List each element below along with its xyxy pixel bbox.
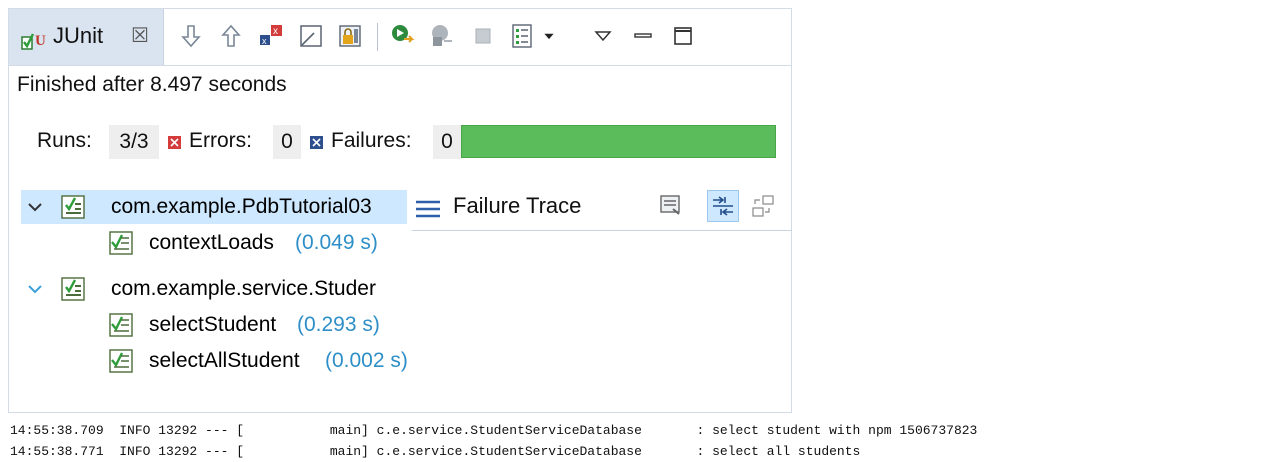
toolbar-separator: [377, 23, 378, 51]
test-passed-icon: [109, 313, 133, 337]
filter-stack-trace-icon[interactable]: [707, 190, 739, 222]
test-time: (0.293 s): [297, 313, 380, 336]
test-passed-icon: [109, 349, 133, 373]
junit-view: U JUnit ☒ xx Finished after 8.497 second…: [8, 8, 792, 413]
copy-trace-icon[interactable]: [747, 190, 779, 222]
errors-value: 0: [273, 125, 301, 159]
test-suite-icon: [61, 277, 85, 301]
history-dropdown-icon[interactable]: [539, 22, 559, 50]
previous-failure-icon[interactable]: [217, 22, 245, 50]
progress-bar: [461, 125, 776, 158]
rerun-failed-first-icon[interactable]: [429, 22, 457, 50]
tab-junit[interactable]: U JUnit ☒: [9, 9, 164, 65]
tree-suite-row[interactable]: com.example.PdbTutorial03: [21, 190, 407, 224]
console-line: 14:55:38.771 INFO 13292 --- [ main] c.e.…: [10, 444, 861, 459]
error-icon: [168, 136, 181, 149]
test-name: contextLoads: [149, 231, 274, 254]
console-output: 14:55:38.709 INFO 13292 --- [ main] c.e.…: [10, 420, 977, 462]
svg-text:x: x: [273, 26, 278, 37]
suite-name: com.example.service.Studer: [111, 277, 376, 300]
view-menu-icon[interactable]: [589, 22, 617, 50]
svg-text:x: x: [262, 36, 267, 46]
test-time: (0.049 s): [295, 231, 378, 254]
maximize-icon[interactable]: [669, 22, 697, 50]
view-toolbar: U JUnit ☒ xx: [9, 9, 791, 66]
failure-icon: [310, 136, 323, 149]
svg-text:U: U: [35, 33, 46, 49]
junit-icon: U: [21, 33, 46, 50]
stop-icon[interactable]: [469, 22, 497, 50]
scroll-lock-icon[interactable]: [297, 22, 325, 50]
suite-name: com.example.PdbTutorial03: [111, 195, 372, 218]
test-name: selectAllStudent: [149, 349, 300, 372]
show-failures-only-icon[interactable]: xx: [257, 22, 285, 50]
errors-label: Errors:: [189, 129, 252, 152]
tree-suite-row[interactable]: com.example.service.Studer: [21, 272, 407, 306]
test-time: (0.002 s): [325, 349, 407, 372]
runs-value: 3/3: [109, 125, 159, 159]
close-icon[interactable]: ☒: [131, 26, 149, 46]
tree-test-row[interactable]: selectAllStudent (0.002 s): [21, 344, 407, 378]
rerun-test-icon[interactable]: [389, 22, 417, 50]
test-passed-icon: [109, 231, 133, 255]
tab-label: JUnit: [53, 23, 104, 48]
test-suite-icon: [61, 195, 85, 219]
failure-trace-title: Failure Trace: [453, 193, 582, 218]
chevron-down-icon[interactable]: [25, 272, 45, 306]
failures-value: 0: [433, 125, 461, 159]
test-run-history-icon[interactable]: [509, 22, 537, 50]
trace-divider: [412, 230, 792, 231]
failure-trace-icon: [416, 200, 440, 218]
failures-label: Failures:: [331, 129, 412, 152]
status-finished: Finished after 8.497 seconds: [17, 73, 287, 96]
runs-label: Runs:: [37, 129, 92, 152]
minimize-icon[interactable]: [629, 22, 657, 50]
compare-results-icon[interactable]: [655, 190, 687, 222]
lock-icon[interactable]: [337, 22, 365, 50]
test-name: selectStudent: [149, 313, 277, 336]
console-line: 14:55:38.709 INFO 13292 --- [ main] c.e.…: [10, 423, 978, 438]
next-failure-icon[interactable]: [177, 22, 205, 50]
chevron-down-icon[interactable]: [25, 190, 45, 224]
